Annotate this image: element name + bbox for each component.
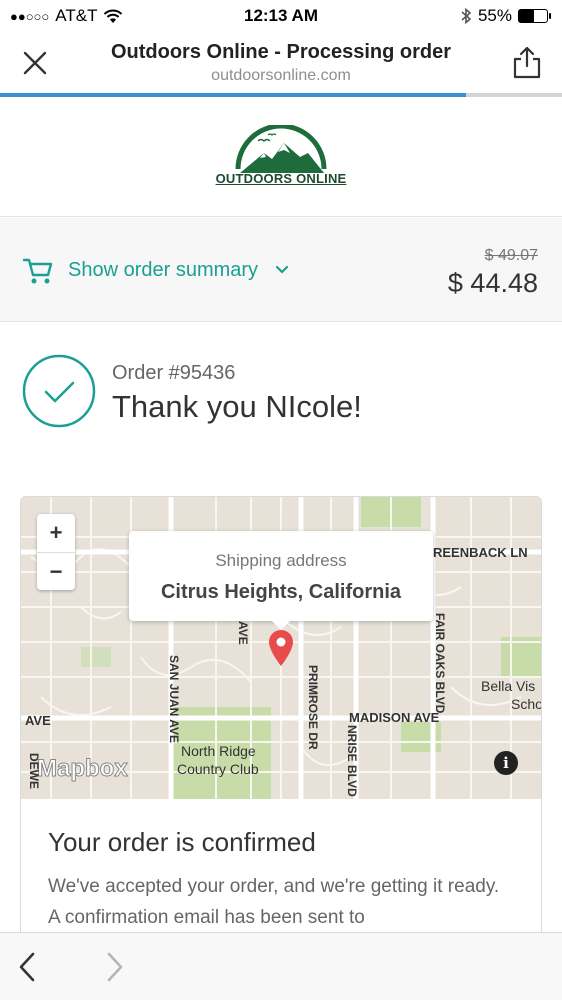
map-label-sunrise: NRISE BLVD: [345, 725, 359, 797]
shipping-address-popup: Shipping address Citrus Heights, Califor…: [129, 531, 433, 630]
browser-toolbar: [0, 932, 562, 1000]
original-price: $ 49.07: [484, 247, 538, 264]
map-label-ave-top: AVE: [236, 621, 250, 645]
map-label-north-ridge: North Ridge: [181, 743, 256, 759]
zoom-out-button[interactable]: −: [37, 552, 75, 590]
store-logo-text: OUTDOORS ONLINE: [215, 171, 347, 186]
bluetooth-icon: [461, 7, 472, 25]
total-price: $ 44.48: [447, 268, 538, 298]
shipping-address: Citrus Heights, California: [160, 581, 402, 603]
map-info-button[interactable]: i: [494, 751, 518, 775]
store-header: OUTDOORS ONLINE: [0, 97, 562, 217]
show-order-summary-link[interactable]: Show order summary: [68, 259, 258, 282]
map-pin-icon[interactable]: [267, 629, 295, 667]
battery-percent: 55%: [477, 6, 512, 25]
order-summary-bar[interactable]: Show order summary $ 49.07 $ 44.48: [0, 218, 562, 322]
map-label-greenback: REENBACK LN: [433, 545, 528, 560]
map-label-fair-oaks: FAIR OAKS BLVD: [433, 613, 447, 714]
mapbox-logo[interactable]: Mapbox: [37, 755, 129, 783]
page-title: Outdoors Online - Processing order: [110, 41, 452, 63]
map-label-san-juan: SAN JUAN AVE: [167, 655, 181, 744]
map-label-country-club: Country Club: [177, 761, 259, 777]
confirmation-heading: Your order is confirmed: [48, 827, 316, 857]
shipping-map[interactable]: REENBACK LN FAIR OAKS BLVD SAN JUAN AVE …: [21, 497, 541, 799]
chevron-left-icon[interactable]: [16, 951, 38, 983]
battery-icon: [518, 9, 551, 23]
map-label-bella-vista: Bella Vis: [481, 678, 536, 694]
share-icon[interactable]: [510, 44, 544, 80]
order-number: Order #95436: [112, 362, 236, 384]
browser-nav-bar: Outdoors Online - Processing order outdo…: [0, 32, 562, 94]
status-bar: ●●○○○ AT&T 12:13 AM 55%: [0, 0, 562, 32]
order-status-card: REENBACK LN FAIR OAKS BLVD SAN JUAN AVE …: [20, 496, 542, 1000]
confirmation-text: We've accepted your order, and we're get…: [48, 876, 500, 928]
page-url: outdoorsonline.com: [211, 67, 351, 84]
checkmark-circle-icon: [22, 354, 96, 428]
map-label-madison: MADISON AVE: [349, 710, 440, 725]
zoom-in-button[interactable]: +: [37, 514, 75, 552]
shopping-cart-icon: [22, 258, 53, 284]
chevron-right-icon[interactable]: [104, 951, 126, 983]
map-label-ave-left: AVE: [25, 713, 51, 728]
map-label-primrose: PRIMROSE DR: [306, 665, 320, 750]
popup-label: Shipping address: [215, 551, 347, 570]
status-right: 55%: [460, 6, 551, 26]
chevron-down-icon: [275, 265, 289, 274]
thank-you-heading: Thank you NIcole!: [112, 389, 362, 424]
map-zoom-controls: + −: [37, 514, 75, 590]
map-label-school: Scho: [511, 696, 541, 712]
battery-level: [519, 10, 535, 22]
